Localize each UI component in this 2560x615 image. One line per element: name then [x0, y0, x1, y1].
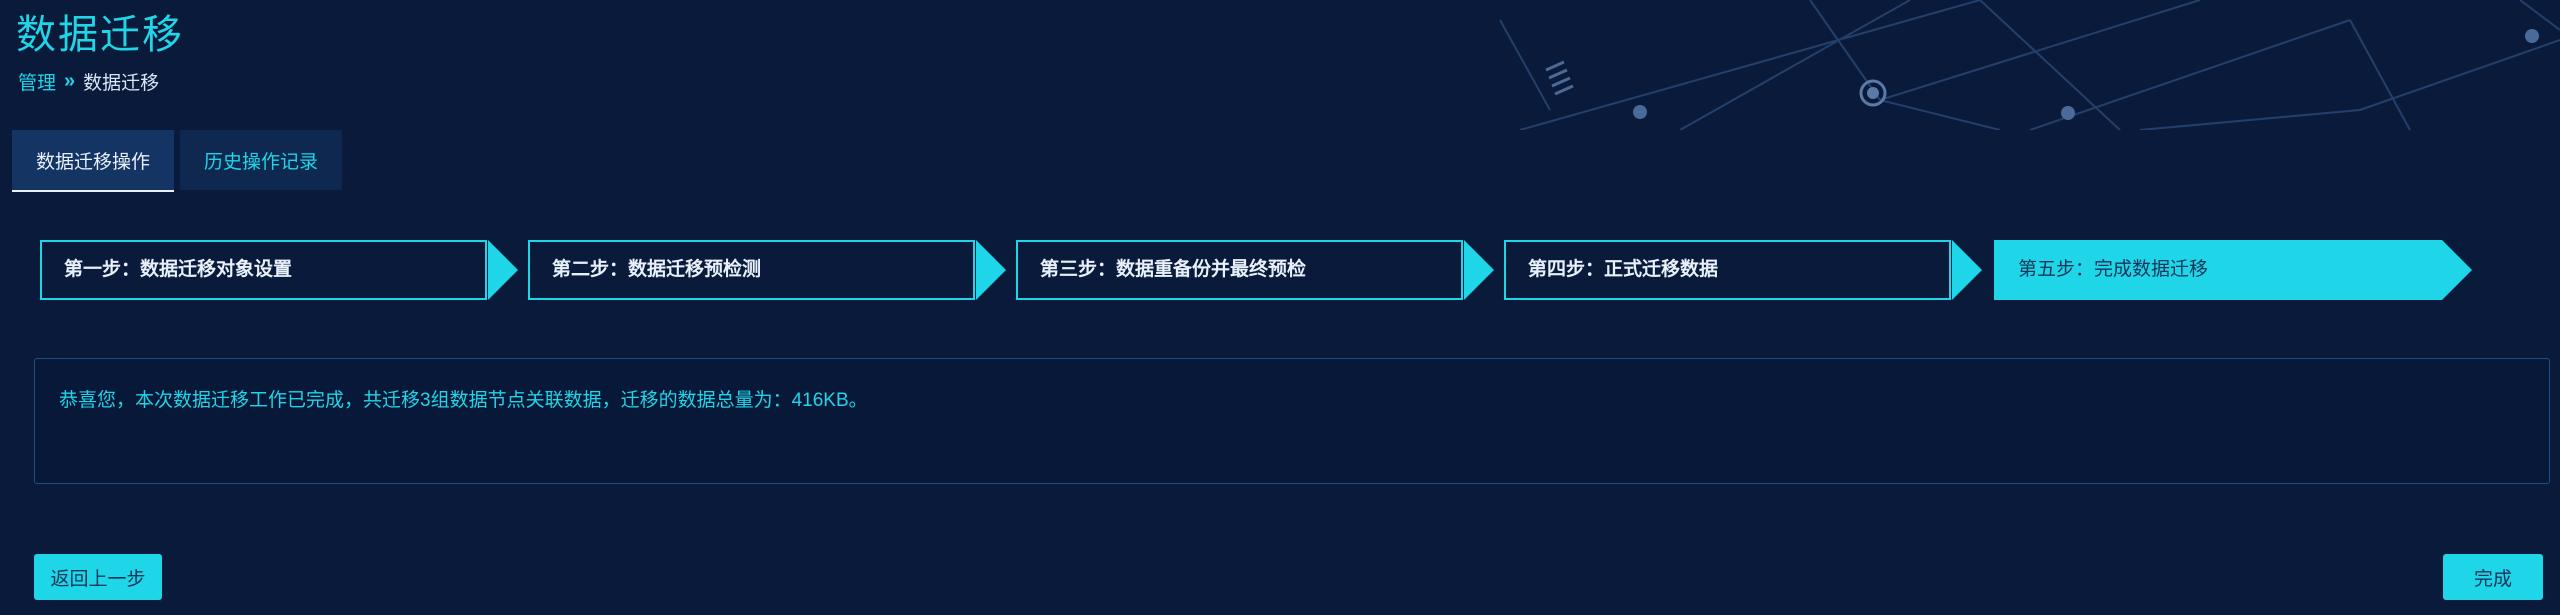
tab-bar: 数据迁移操作 历史操作记录: [12, 130, 343, 192]
step-1-label: 第一步：数据迁移对象设置: [64, 259, 293, 280]
page-header: 数据迁移 管理 » 数据迁移: [0, 0, 2560, 130]
breadcrumb-current: 数据迁移: [83, 73, 160, 94]
breadcrumb: 管理 » 数据迁移: [18, 68, 159, 95]
breadcrumb-link-manage[interactable]: 管理: [18, 68, 56, 95]
breadcrumb-separator-icon: »: [64, 70, 76, 92]
step-3-label: 第三步：数据重备份并最终预检: [1040, 259, 1307, 280]
page-title: 数据迁移: [16, 13, 184, 57]
completion-message-box: 恭喜您，本次数据迁移工作已完成，共迁移3组数据节点关联数据，迁移的数据总量为：4…: [34, 358, 2550, 484]
back-button[interactable]: 返回上一步: [34, 554, 162, 600]
step-2-label: 第二步：数据迁移预检测: [552, 259, 762, 280]
step-5-label: 第五步：完成数据迁移: [2018, 259, 2209, 280]
tab-migration-operation[interactable]: 数据迁移操作: [12, 130, 175, 192]
tab-history-records[interactable]: 历史操作记录: [180, 130, 343, 190]
completion-message: 恭喜您，本次数据迁移工作已完成，共迁移3组数据节点关联数据，迁移的数据总量为：4…: [59, 390, 868, 411]
step-4-label: 第四步：正式迁移数据: [1528, 259, 1719, 280]
finish-button[interactable]: 完成: [2443, 554, 2543, 600]
